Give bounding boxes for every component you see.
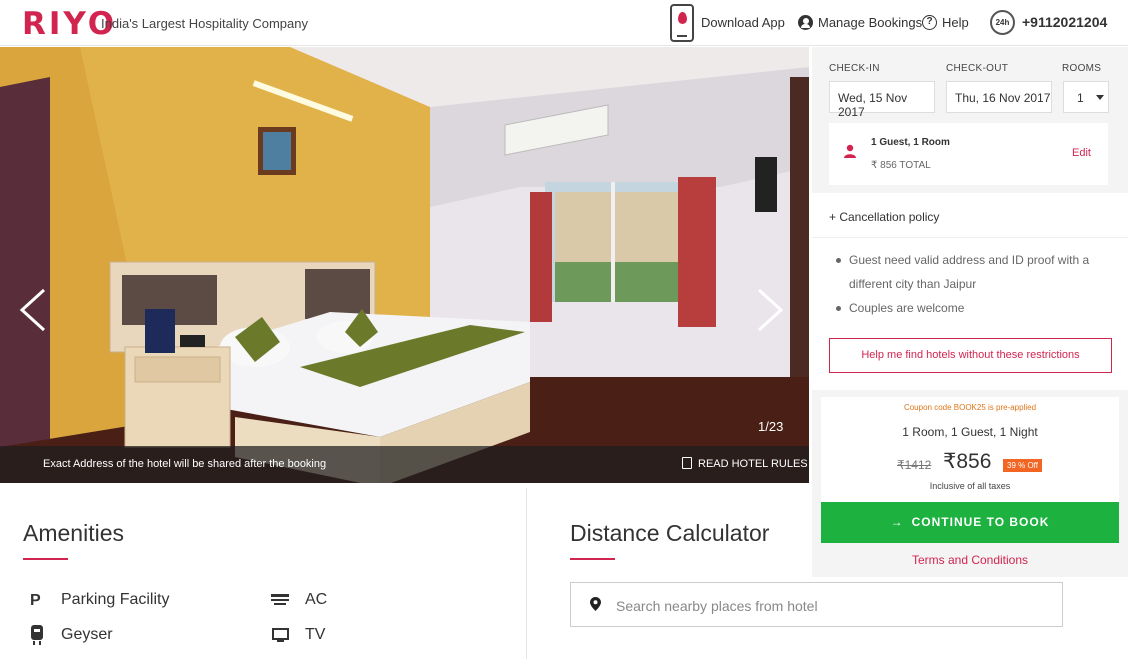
document-icon [682, 457, 692, 469]
geyser-icon [31, 625, 43, 645]
photo-caption-bar: Exact Address of the hotel will be share… [0, 446, 809, 483]
coupon-note: Coupon code BOOK25 is pre-applied [903, 403, 1037, 412]
parking-icon: P [30, 592, 41, 609]
policy-item: Couples are welcome [836, 296, 1099, 320]
divider [812, 237, 1128, 238]
hotel-room-photo [0, 47, 809, 483]
checkin-date-field[interactable]: Wed, 15 Nov 2017 [829, 81, 935, 119]
section-divider [526, 488, 527, 659]
guest-summary-card: 1 Guest, 1 Room ₹ 856 TOTAL Edit [829, 123, 1108, 185]
cancellation-policy-toggle[interactable]: + Cancellation policy [829, 210, 939, 224]
address-note: Exact Address of the hotel will be share… [43, 458, 327, 470]
stay-summary: 1 Room, 1 Guest, 1 Night [902, 425, 1038, 439]
photo-counter: 1/23 [758, 419, 784, 434]
continue-to-book-button[interactable]: → CONTINUE TO BOOK [821, 502, 1119, 543]
original-price: ₹1412 [897, 458, 932, 472]
price-summary-card: Coupon code BOOK25 is pre-applied 1 Room… [821, 397, 1119, 502]
tax-note: Inclusive of all taxes [929, 481, 1011, 491]
chevron-down-icon [1096, 95, 1104, 100]
hotel-photo-gallery[interactable]: 1/23 [0, 47, 809, 483]
amenities-title: Amenities [23, 520, 124, 546]
amenity-item: Parking Facility [61, 591, 170, 608]
manage-bookings-link[interactable]: Manage Bookings [818, 15, 922, 30]
title-underline [570, 558, 615, 560]
next-photo-arrow-icon[interactable] [755, 287, 785, 333]
terms-and-conditions-link[interactable]: Terms and Conditions [812, 553, 1128, 567]
checkout-label: CHECK-OUT [946, 63, 1009, 74]
discount-badge: 39 % Off [1003, 459, 1042, 472]
arrow-right-icon: → [890, 515, 904, 529]
help-icon: ? [922, 15, 937, 30]
rooms-value: 1 [1077, 91, 1084, 105]
distance-calculator-title: Distance Calculator [570, 520, 770, 546]
tv-icon [272, 628, 289, 642]
continue-label: CONTINUE TO BOOK [911, 515, 1050, 529]
guest-room-summary: 1 Guest, 1 Room [871, 137, 950, 148]
download-app-link[interactable]: Download App [701, 15, 785, 30]
mobile-app-icon[interactable] [670, 4, 694, 42]
find-hotels-without-restrictions-button[interactable]: Help me find hotels without these restri… [829, 338, 1112, 373]
support-phone[interactable]: +9112021204 [1022, 14, 1107, 30]
checkin-label: CHECK-IN [829, 63, 880, 74]
support-24h-icon: 24h [990, 10, 1015, 35]
guest-icon [844, 144, 856, 158]
final-price: ₹856 [943, 450, 992, 473]
top-header: RIYO India's Largest Hospitality Company… [0, 0, 1128, 46]
user-icon [798, 15, 813, 30]
search-placeholder: Search nearby places from hotel [616, 598, 818, 614]
amenity-item: Geyser [61, 626, 113, 643]
booking-sidebar: CHECK-IN CHECK-OUT ROOMS Wed, 15 Nov 201… [812, 47, 1128, 577]
policy-section: + Cancellation policy Guest need valid a… [812, 193, 1128, 390]
read-hotel-rules-link[interactable]: READ HOTEL RULES [682, 457, 808, 470]
title-underline [23, 558, 68, 560]
edit-guests-link[interactable]: Edit [1072, 147, 1091, 159]
nearby-places-search-input[interactable]: Search nearby places from hotel [570, 582, 1063, 627]
amenity-item: TV [305, 626, 326, 643]
previous-photo-arrow-icon[interactable] [18, 287, 48, 333]
amenity-item: AC [305, 591, 328, 608]
rooms-label: ROOMS [1062, 63, 1102, 74]
policy-item: Guest need valid address and ID proof wi… [836, 248, 1099, 296]
guest-total-price: ₹ 856 TOTAL [871, 160, 931, 171]
location-pin-icon [590, 597, 601, 611]
checkout-date-field[interactable]: Thu, 16 Nov 2017 [946, 81, 1052, 113]
ac-icon [271, 594, 289, 605]
read-hotel-rules-label: READ HOTEL RULES [698, 458, 808, 470]
rooms-select[interactable]: 1 [1063, 81, 1109, 113]
help-link[interactable]: Help [942, 15, 969, 30]
brand-tagline: India's Largest Hospitality Company [101, 16, 308, 31]
